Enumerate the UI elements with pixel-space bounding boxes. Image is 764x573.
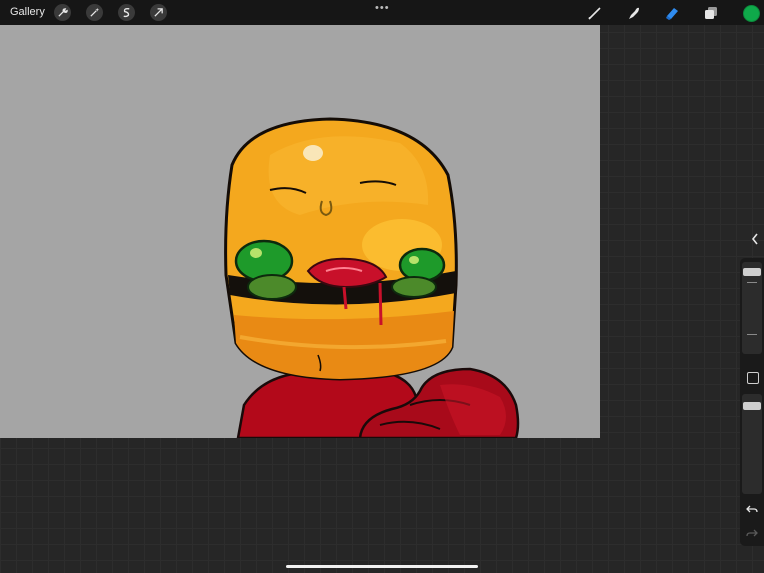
redo-icon[interactable] xyxy=(744,528,760,542)
gallery-button[interactable]: Gallery xyxy=(10,6,45,18)
selection-s-icon[interactable] xyxy=(118,4,135,21)
drawing-canvas[interactable] xyxy=(0,25,600,438)
magic-wand-icon[interactable] xyxy=(86,4,103,21)
more-options[interactable]: ••• xyxy=(375,2,390,14)
slider-tick xyxy=(747,282,757,283)
brush-icon[interactable] xyxy=(586,4,604,22)
slider-tick xyxy=(747,334,757,335)
home-indicator[interactable] xyxy=(286,565,478,568)
color-picker-button[interactable] xyxy=(743,5,760,22)
top-toolbar: Gallery ••• xyxy=(0,0,764,25)
layers-icon[interactable] xyxy=(702,4,720,22)
artwork xyxy=(224,117,520,438)
opacity-thumb[interactable] xyxy=(743,402,761,410)
brush-size-thumb[interactable] xyxy=(743,268,761,276)
transform-arrow-icon[interactable] xyxy=(150,4,167,21)
smudge-icon[interactable] xyxy=(624,4,642,22)
eraser-icon[interactable] xyxy=(663,4,681,22)
wrench-icon[interactable] xyxy=(54,4,71,21)
collapse-chevron-icon[interactable] xyxy=(746,226,764,252)
undo-icon[interactable] xyxy=(744,504,760,518)
modify-square-icon[interactable] xyxy=(747,372,759,384)
